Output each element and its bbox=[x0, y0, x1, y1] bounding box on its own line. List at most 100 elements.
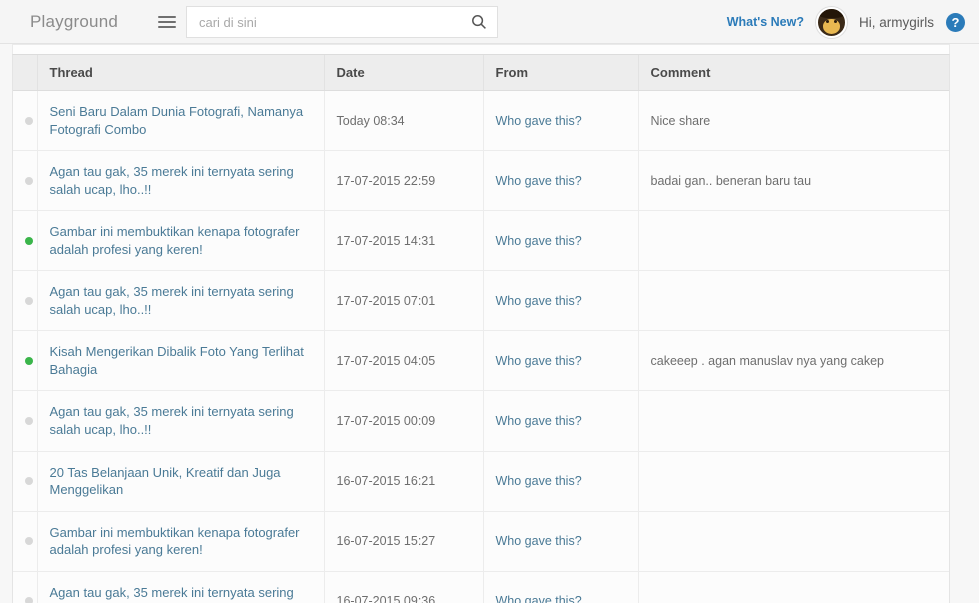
who-gave-this-link[interactable]: Who gave this? bbox=[496, 534, 582, 548]
column-header-thread[interactable]: Thread bbox=[37, 55, 325, 91]
comment-cell: cakeeep . agan manuslav nya yang cakep bbox=[638, 330, 949, 392]
thread-cell: Agan tau gak, 35 merek ini ternyata seri… bbox=[37, 270, 325, 332]
date-cell: 16-07-2015 16:21 bbox=[324, 451, 484, 512]
row-status-cell bbox=[13, 90, 38, 152]
unread-dot-icon bbox=[25, 236, 33, 245]
table-row[interactable]: Gambar ini membuktikan kenapa fotografer… bbox=[13, 511, 949, 572]
date-cell: 17-07-2015 14:31 bbox=[324, 210, 484, 272]
column-header-from[interactable]: From bbox=[483, 55, 639, 91]
thread-link[interactable]: Seni Baru Dalam Dunia Fotografi, Namanya… bbox=[50, 103, 312, 138]
thread-cell: Agan tau gak, 35 merek ini ternyata seri… bbox=[37, 390, 325, 452]
who-gave-this-link[interactable]: Who gave this? bbox=[496, 234, 582, 248]
column-header-date[interactable]: Date bbox=[324, 55, 484, 91]
read-dot-icon bbox=[25, 477, 33, 486]
comment-cell bbox=[638, 210, 949, 272]
thread-cell: Gambar ini membuktikan kenapa fotografer… bbox=[37, 511, 325, 572]
row-status-cell bbox=[13, 150, 38, 212]
date-cell: 17-07-2015 07:01 bbox=[324, 270, 484, 332]
from-cell: Who gave this? bbox=[483, 390, 639, 452]
search-input[interactable] bbox=[187, 7, 497, 37]
date-cell: 16-07-2015 09:36 bbox=[324, 571, 484, 603]
who-gave-this-link[interactable]: Who gave this? bbox=[496, 474, 582, 488]
read-dot-icon bbox=[25, 417, 33, 426]
read-dot-icon bbox=[25, 597, 33, 603]
thread-link[interactable]: Agan tau gak, 35 merek ini ternyata seri… bbox=[50, 584, 312, 603]
who-gave-this-link[interactable]: Who gave this? bbox=[496, 174, 582, 188]
clipped-panel-above-table bbox=[12, 44, 950, 54]
from-cell: Who gave this? bbox=[483, 511, 639, 572]
thread-cell: Agan tau gak, 35 merek ini ternyata seri… bbox=[37, 150, 325, 212]
from-cell: Who gave this? bbox=[483, 270, 639, 332]
table-row[interactable]: Seni Baru Dalam Dunia Fotografi, Namanya… bbox=[13, 90, 949, 152]
from-cell: Who gave this? bbox=[483, 210, 639, 272]
comment-cell bbox=[638, 390, 949, 452]
hamburger-bar bbox=[158, 26, 176, 28]
table-row[interactable]: Agan tau gak, 35 merek ini ternyata seri… bbox=[13, 150, 949, 212]
who-gave-this-link[interactable]: Who gave this? bbox=[496, 294, 582, 308]
hamburger-bar bbox=[158, 16, 176, 18]
whats-new-link[interactable]: What's New? bbox=[727, 15, 804, 29]
top-navbar: Playground What's New? Hi, armygirls bbox=[0, 0, 979, 44]
table-row[interactable]: Agan tau gak, 35 merek ini ternyata seri… bbox=[13, 390, 949, 452]
row-status-cell bbox=[13, 451, 38, 512]
thread-link[interactable]: Agan tau gak, 35 merek ini ternyata seri… bbox=[50, 163, 312, 198]
table-row[interactable]: Kisah Mengerikan Dibalik Foto Yang Terli… bbox=[13, 330, 949, 392]
table-header-row: Thread Date From Comment bbox=[13, 55, 949, 91]
row-status-cell bbox=[13, 330, 38, 392]
from-cell: Who gave this? bbox=[483, 150, 639, 212]
thread-cell: Seni Baru Dalam Dunia Fotografi, Namanya… bbox=[37, 90, 325, 152]
table-row[interactable]: Gambar ini membuktikan kenapa fotografer… bbox=[13, 210, 949, 272]
read-dot-icon bbox=[25, 537, 33, 546]
date-cell: 17-07-2015 04:05 bbox=[324, 330, 484, 392]
row-status-cell bbox=[13, 210, 38, 272]
date-cell: 17-07-2015 22:59 bbox=[324, 150, 484, 212]
who-gave-this-link[interactable]: Who gave this? bbox=[496, 354, 582, 368]
search-icon[interactable] bbox=[471, 14, 487, 30]
from-cell: Who gave this? bbox=[483, 571, 639, 603]
thread-link[interactable]: Agan tau gak, 35 merek ini ternyata seri… bbox=[50, 283, 312, 318]
comment-cell: Nice share bbox=[638, 90, 949, 152]
row-status-cell bbox=[13, 511, 38, 572]
user-avatar[interactable] bbox=[815, 6, 847, 38]
who-gave-this-link[interactable]: Who gave this? bbox=[496, 114, 582, 128]
who-gave-this-link[interactable]: Who gave this? bbox=[496, 594, 582, 603]
comment-cell bbox=[638, 451, 949, 512]
threads-table: Thread Date From Comment Seni Baru Dalam… bbox=[13, 55, 949, 603]
row-status-cell bbox=[13, 571, 38, 603]
thread-link[interactable]: Gambar ini membuktikan kenapa fotografer… bbox=[50, 223, 312, 258]
unread-dot-icon bbox=[25, 356, 33, 365]
thread-link[interactable]: Agan tau gak, 35 merek ini ternyata seri… bbox=[50, 403, 312, 438]
table-row[interactable]: Agan tau gak, 35 merek ini ternyata seri… bbox=[13, 270, 949, 332]
threads-table-panel: Thread Date From Comment Seni Baru Dalam… bbox=[12, 54, 950, 603]
comment-cell: badai gan.. beneran baru tau bbox=[638, 150, 949, 212]
avatar-hair bbox=[817, 8, 845, 19]
comment-cell bbox=[638, 511, 949, 572]
from-cell: Who gave this? bbox=[483, 330, 639, 392]
thread-link[interactable]: Kisah Mengerikan Dibalik Foto Yang Terli… bbox=[50, 343, 312, 378]
page-body: Thread Date From Comment Seni Baru Dalam… bbox=[0, 44, 979, 603]
hamburger-menu-icon[interactable] bbox=[148, 6, 186, 38]
help-icon[interactable]: ? bbox=[946, 12, 965, 32]
search-area bbox=[148, 6, 498, 38]
table-row[interactable]: 20 Tas Belanjaan Unik, Kreatif dan Juga … bbox=[13, 451, 949, 512]
row-status-cell bbox=[13, 270, 38, 332]
thread-cell: 20 Tas Belanjaan Unik, Kreatif dan Juga … bbox=[37, 451, 325, 512]
user-greeting[interactable]: Hi, armygirls bbox=[859, 15, 934, 30]
column-header-status bbox=[13, 55, 38, 91]
thread-link[interactable]: 20 Tas Belanjaan Unik, Kreatif dan Juga … bbox=[50, 464, 312, 499]
thread-cell: Kisah Mengerikan Dibalik Foto Yang Terli… bbox=[37, 330, 325, 392]
read-dot-icon bbox=[25, 176, 33, 185]
table-body: Seni Baru Dalam Dunia Fotografi, Namanya… bbox=[13, 90, 949, 603]
thread-cell: Gambar ini membuktikan kenapa fotografer… bbox=[37, 210, 325, 272]
date-cell: 16-07-2015 15:27 bbox=[324, 511, 484, 572]
column-header-comment[interactable]: Comment bbox=[638, 55, 949, 91]
row-status-cell bbox=[13, 390, 38, 452]
table-row[interactable]: Agan tau gak, 35 merek ini ternyata seri… bbox=[13, 571, 949, 603]
search-box[interactable] bbox=[186, 6, 498, 38]
thread-cell: Agan tau gak, 35 merek ini ternyata seri… bbox=[37, 571, 325, 603]
comment-cell bbox=[638, 270, 949, 332]
who-gave-this-link[interactable]: Who gave this? bbox=[496, 414, 582, 428]
navbar-right-group: What's New? Hi, armygirls ? bbox=[727, 0, 965, 44]
thread-link[interactable]: Gambar ini membuktikan kenapa fotografer… bbox=[50, 524, 312, 559]
from-cell: Who gave this? bbox=[483, 90, 639, 152]
